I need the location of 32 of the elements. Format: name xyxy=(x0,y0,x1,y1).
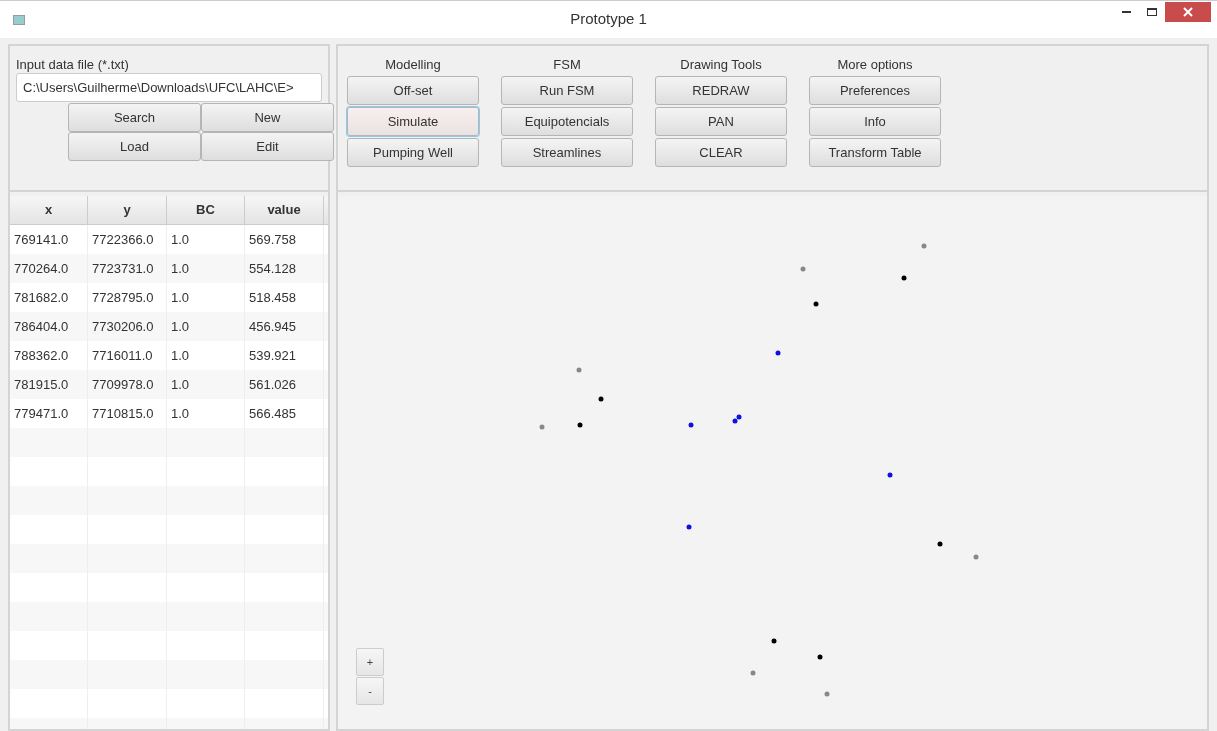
toolbar-button[interactable]: CLEAR xyxy=(655,138,787,167)
group-title: Drawing Tools xyxy=(679,58,763,71)
file-action-button[interactable]: Search xyxy=(68,103,201,132)
toolbar-button[interactable]: Equipotencials xyxy=(501,107,633,136)
column-header[interactable]: x xyxy=(10,196,88,224)
file-action-button[interactable]: Edit xyxy=(201,132,334,161)
toolbar-button[interactable]: REDRAW xyxy=(655,76,787,105)
toolbar-button[interactable]: PAN xyxy=(655,107,787,136)
close-button[interactable] xyxy=(1165,2,1211,22)
column-header[interactable]: value xyxy=(245,196,324,224)
column-header[interactable]: BC xyxy=(167,196,245,224)
toolbar-button[interactable]: Info xyxy=(809,107,941,136)
zoom-button[interactable]: + xyxy=(356,648,384,676)
window-title: Prototype 1 xyxy=(570,9,647,30)
group-title: Modelling xyxy=(384,58,442,71)
file-action-button[interactable]: New xyxy=(201,103,334,132)
toolbar-button[interactable]: Run FSM xyxy=(501,76,633,105)
toolbar-button[interactable]: Off-set xyxy=(347,76,479,105)
toolbar-button[interactable]: Transform Table xyxy=(809,138,941,167)
close-icon xyxy=(1183,7,1193,17)
file-path-field[interactable]: C:\Users\Guilherme\Downloads\UFC\LAHC\E> xyxy=(16,73,322,102)
group-title: More options xyxy=(836,58,914,71)
column-header[interactable]: y xyxy=(88,196,167,224)
toolbar-button[interactable]: Preferences xyxy=(809,76,941,105)
toolbar-button[interactable]: Pumping Well xyxy=(347,138,479,167)
zoom-button[interactable]: - xyxy=(356,677,384,705)
file-action-button[interactable]: Load xyxy=(68,132,201,161)
toolbar-button[interactable]: Streamlines xyxy=(501,138,633,167)
input-file-label: Input data file (*.txt) xyxy=(16,58,130,71)
toolbar-button[interactable]: Simulate xyxy=(347,107,479,136)
app-icon xyxy=(13,15,25,25)
group-title: FSM xyxy=(552,58,582,71)
